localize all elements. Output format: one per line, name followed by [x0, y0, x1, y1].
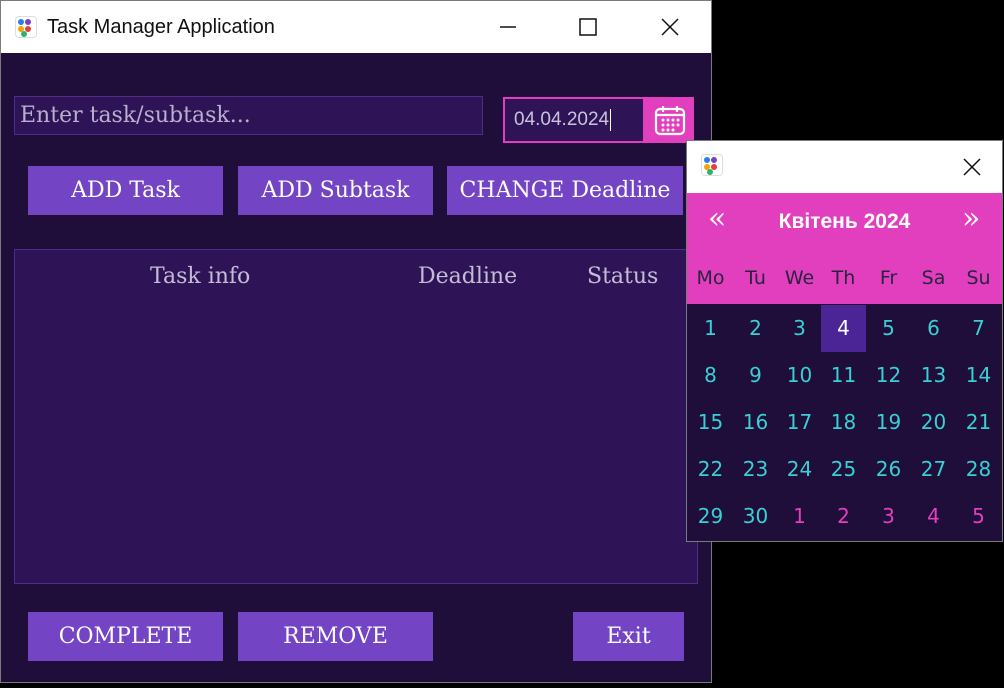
weekday-header-row: Mo Tu We Th Fr Sa Su: [687, 252, 1002, 304]
weekday-label: Mo: [696, 267, 725, 289]
text-caret: [610, 108, 612, 131]
calendar-day[interactable]: 26: [866, 446, 911, 493]
calendar-day-selected[interactable]: 4: [821, 305, 866, 352]
calendar-day[interactable]: 22: [688, 446, 733, 493]
calendar-day-other-month[interactable]: 1: [777, 493, 822, 540]
task-input[interactable]: Enter task/subtask...: [14, 96, 483, 135]
calendar-day[interactable]: 15: [688, 399, 733, 446]
calendar-day[interactable]: 21: [956, 399, 1001, 446]
calendar-day[interactable]: 11: [821, 352, 866, 399]
column-header-task-info[interactable]: Task info: [150, 264, 250, 289]
weekday-label: Fr: [879, 267, 898, 289]
task-input-placeholder: Enter task/subtask...: [20, 103, 251, 128]
calendar-header: « Квітень 2024 »: [687, 193, 1002, 252]
calendar-day[interactable]: 13: [911, 352, 956, 399]
deadline-date-field[interactable]: 04.04.2024: [503, 97, 645, 143]
calendar-day[interactable]: 28: [956, 446, 1001, 493]
add-task-button[interactable]: ADD Task: [28, 166, 223, 215]
close-icon[interactable]: [647, 1, 693, 53]
calendar-popup-window: « Квітень 2024 » Mo Tu We Th Fr Sa Su 12345678…: [686, 140, 1003, 542]
calendar-day[interactable]: 23: [733, 446, 778, 493]
app-icon: [701, 154, 723, 176]
calendar-day-other-month[interactable]: 2: [821, 493, 866, 540]
calendar-day[interactable]: 14: [956, 352, 1001, 399]
calendar-day[interactable]: 9: [733, 352, 778, 399]
calendar-day[interactable]: 19: [866, 399, 911, 446]
calendar-day[interactable]: 20: [911, 399, 956, 446]
maximize-icon[interactable]: [565, 1, 611, 53]
calendar-day[interactable]: 6: [911, 305, 956, 352]
calendar-day[interactable]: 24: [777, 446, 822, 493]
calendar-day[interactable]: 27: [911, 446, 956, 493]
calendar-icon: [654, 106, 685, 136]
weekday-label: Su: [966, 267, 991, 289]
close-icon[interactable]: [949, 141, 995, 193]
calendar-day[interactable]: 1: [688, 305, 733, 352]
calendar-day-other-month[interactable]: 4: [911, 493, 956, 540]
calendar-picker-button[interactable]: [645, 97, 694, 143]
calendar-day-other-month[interactable]: 5: [956, 493, 1001, 540]
calendar-title-bar: [687, 141, 1002, 193]
column-header-status[interactable]: Status: [587, 264, 658, 289]
deadline-date-value: 04.04.2024: [514, 109, 610, 130]
title-bar: Task Manager Application: [1, 1, 711, 53]
calendar-day[interactable]: 2: [733, 305, 778, 352]
weekday-label: Sa: [921, 267, 946, 289]
calendar-day[interactable]: 3: [777, 305, 822, 352]
main-window: Task Manager Application Enter task/subt…: [0, 0, 712, 683]
calendar-day[interactable]: 10: [777, 352, 822, 399]
calendar-day[interactable]: 16: [733, 399, 778, 446]
month-year-label[interactable]: Квітень 2024: [687, 210, 1002, 234]
remove-button[interactable]: REMOVE: [238, 612, 433, 661]
change-deadline-button[interactable]: CHANGE Deadline: [447, 166, 683, 215]
minimize-icon[interactable]: [485, 1, 531, 53]
exit-button[interactable]: Exit: [573, 612, 684, 661]
task-table[interactable]: Task info Deadline Status: [14, 249, 698, 584]
calendar-day[interactable]: 30: [733, 493, 778, 540]
weekday-label: Th: [831, 267, 856, 289]
weekday-label: Tu: [745, 267, 766, 289]
calendar-day[interactable]: 17: [777, 399, 822, 446]
window-title: Task Manager Application: [47, 15, 275, 38]
calendar-day[interactable]: 8: [688, 352, 733, 399]
add-subtask-button[interactable]: ADD Subtask: [238, 166, 433, 215]
weekday-label: We: [784, 267, 815, 289]
column-header-deadline[interactable]: Deadline: [418, 264, 517, 289]
calendar-day[interactable]: 25: [821, 446, 866, 493]
app-icon: [15, 16, 37, 38]
complete-button[interactable]: COMPLETE: [28, 612, 223, 661]
calendar-day[interactable]: 29: [688, 493, 733, 540]
calendar-day-other-month[interactable]: 3: [866, 493, 911, 540]
calendar-day[interactable]: 5: [866, 305, 911, 352]
calendar-day[interactable]: 18: [821, 399, 866, 446]
next-month-button[interactable]: »: [962, 201, 980, 236]
calendar-day[interactable]: 7: [956, 305, 1001, 352]
calendar-day[interactable]: 12: [866, 352, 911, 399]
